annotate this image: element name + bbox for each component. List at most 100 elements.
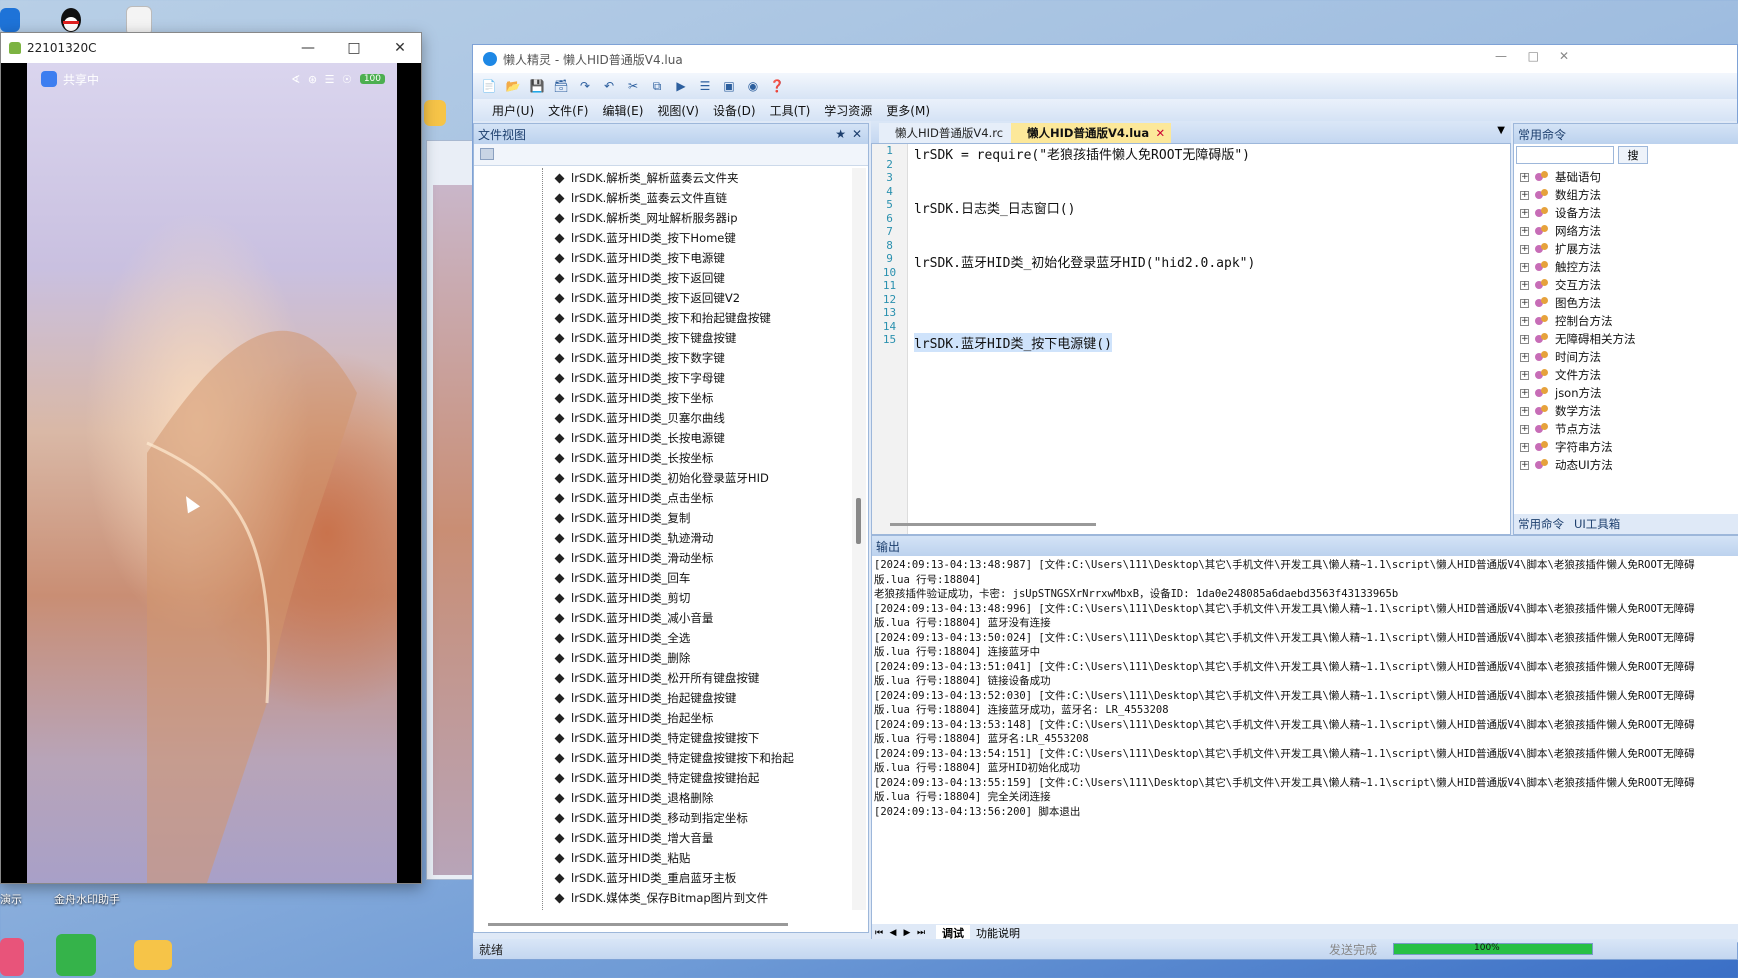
- expand-plus-icon[interactable]: +: [1520, 334, 1529, 344]
- tree-item[interactable]: lrSDK.蓝牙HID类_松开所有键盘按键: [474, 668, 850, 688]
- scroll-thumb[interactable]: [856, 498, 861, 544]
- expand-plus-icon[interactable]: +: [1520, 388, 1529, 398]
- tree-item[interactable]: lrSDK.蓝牙HID类_剪切: [474, 588, 850, 608]
- ide-close-button[interactable]: ✕: [1559, 49, 1569, 63]
- expand-plus-icon[interactable]: +: [1520, 370, 1529, 380]
- tree-item[interactable]: lrSDK.解析类_蓝奏云文件直链: [474, 188, 850, 208]
- expand-plus-icon[interactable]: +: [1520, 298, 1529, 308]
- cmd-item[interactable]: + 交互方法: [1514, 276, 1738, 294]
- tab-lua-file[interactable]: 懒人HID普通版V4.lua ✕: [1011, 123, 1172, 143]
- tab-rc-file[interactable]: 懒人HID普通版V4.rc: [879, 123, 1026, 143]
- nav-prev-icon[interactable]: ◀: [886, 928, 900, 938]
- file-view-tool-icon[interactable]: [480, 148, 494, 160]
- menu-device[interactable]: 设备(D): [706, 102, 763, 119]
- nav-first-icon[interactable]: ⏮: [872, 928, 886, 938]
- ide-maximize-button[interactable]: □: [1528, 49, 1539, 63]
- tree-item[interactable]: lrSDK.解析类_网址解析服务器ip: [474, 208, 850, 228]
- desktop-label-demo[interactable]: 演示: [0, 891, 22, 907]
- desktop-label-watermark[interactable]: 金舟水印助手: [54, 891, 120, 907]
- folder-icon-taskbar[interactable]: [134, 940, 172, 970]
- device-icon[interactable]: ▣: [719, 76, 739, 96]
- expand-plus-icon[interactable]: +: [1520, 172, 1529, 182]
- tree-item[interactable]: lrSDK.蓝牙HID类_按下Home键: [474, 228, 850, 248]
- app-icon-pink[interactable]: [0, 938, 24, 976]
- save-icon[interactable]: 💾: [527, 76, 547, 96]
- phone-screen[interactable]: 共享中 ∢ ⊛ ☰ ☉ 100: [1, 63, 421, 883]
- minimize-button[interactable]: —: [285, 33, 331, 63]
- tree-item[interactable]: lrSDK.蓝牙HID类_回车: [474, 568, 850, 588]
- tree-item[interactable]: lrSDK.蓝牙HID类_复制: [474, 508, 850, 528]
- editor-hscrollbar[interactable]: [890, 523, 1096, 526]
- expand-plus-icon[interactable]: +: [1520, 226, 1529, 236]
- tree-item[interactable]: lrSDK.蓝牙HID类_特定键盘按键抬起: [474, 768, 850, 788]
- expand-plus-icon[interactable]: +: [1520, 208, 1529, 218]
- expand-plus-icon[interactable]: +: [1520, 244, 1529, 254]
- tab-close-icon[interactable]: ✕: [1155, 126, 1165, 140]
- redo-icon[interactable]: ↷: [575, 76, 595, 96]
- tree-item[interactable]: lrSDK.蓝牙HID类_初始化登录蓝牙HID: [474, 468, 850, 488]
- background-window[interactable]: [426, 140, 476, 880]
- cmd-search-input[interactable]: [1516, 146, 1614, 164]
- ide-window[interactable]: 懒人精灵 - 懒人HID普通版V4.lua — □ ✕ 📄 📂 💾 🗃 ↷ ↶ …: [472, 44, 1738, 960]
- tree-item[interactable]: lrSDK.蓝牙HID类_长按坐标: [474, 448, 850, 468]
- list-icon[interactable]: ☰: [695, 76, 715, 96]
- cmd-item[interactable]: + 动态UI方法: [1514, 456, 1738, 474]
- cmd-item[interactable]: + 字符串方法: [1514, 438, 1738, 456]
- file-view-close-icon[interactable]: ✕: [852, 127, 862, 141]
- open-folder-icon[interactable]: 📂: [503, 76, 523, 96]
- tree-item[interactable]: lrSDK.媒体类_播放系统默认铃声: [474, 908, 850, 910]
- expand-plus-icon[interactable]: +: [1520, 316, 1529, 326]
- ide-minimize-button[interactable]: —: [1495, 49, 1507, 63]
- menu-view[interactable]: 视图(V): [650, 102, 706, 119]
- run-icon[interactable]: ▶: [671, 76, 691, 96]
- menu-more[interactable]: 更多(M): [879, 102, 937, 119]
- cmd-item[interactable]: + 节点方法: [1514, 420, 1738, 438]
- tree-item[interactable]: lrSDK.蓝牙HID类_滑动坐标: [474, 548, 850, 568]
- tree-item[interactable]: lrSDK.媒体类_保存Bitmap图片到文件: [474, 888, 850, 908]
- tree-item[interactable]: lrSDK.蓝牙HID类_按下数字键: [474, 348, 850, 368]
- cmd-item[interactable]: + 基础语句: [1514, 168, 1738, 186]
- tree-item[interactable]: lrSDK.蓝牙HID类_按下坐标: [474, 388, 850, 408]
- menu-user[interactable]: 用户(U): [485, 102, 541, 119]
- tree-item[interactable]: lrSDK.蓝牙HID类_删除: [474, 648, 850, 668]
- code-line-1[interactable]: lrSDK = require("老狼孩插件懒人免ROOT无障碍版"): [914, 144, 1250, 163]
- tree-item[interactable]: lrSDK.蓝牙HID类_全选: [474, 628, 850, 648]
- expand-plus-icon[interactable]: +: [1520, 460, 1529, 470]
- expand-plus-icon[interactable]: +: [1520, 262, 1529, 272]
- tree-item[interactable]: lrSDK.解析类_解析蓝奏云文件夹: [474, 168, 850, 188]
- qq-icon[interactable]: [56, 4, 86, 34]
- menu-file[interactable]: 文件(F): [541, 102, 595, 119]
- cmd-item[interactable]: + 图色方法: [1514, 294, 1738, 312]
- tree-item[interactable]: lrSDK.蓝牙HID类_退格删除: [474, 788, 850, 808]
- tree-item[interactable]: lrSDK.蓝牙HID类_按下字母键: [474, 368, 850, 388]
- cmd-item[interactable]: + 网络方法: [1514, 222, 1738, 240]
- tree-item[interactable]: lrSDK.蓝牙HID类_按下返回键V2: [474, 288, 850, 308]
- tab-common-commands[interactable]: 常用命令: [1518, 516, 1564, 532]
- expand-plus-icon[interactable]: +: [1520, 190, 1529, 200]
- tree-item[interactable]: lrSDK.蓝牙HID类_减小音量: [474, 608, 850, 628]
- cut-icon[interactable]: ✂: [623, 76, 643, 96]
- cmd-item[interactable]: + 时间方法: [1514, 348, 1738, 366]
- tree-item[interactable]: lrSDK.蓝牙HID类_重启蓝牙主板: [474, 868, 850, 888]
- cmd-search-button[interactable]: 搜: [1618, 146, 1648, 164]
- tree-item[interactable]: lrSDK.蓝牙HID类_特定键盘按键按下: [474, 728, 850, 748]
- tree-item[interactable]: lrSDK.蓝牙HID类_按下电源键: [474, 248, 850, 268]
- folder-icon[interactable]: [424, 100, 446, 126]
- camera-icon[interactable]: ◉: [743, 76, 763, 96]
- expand-plus-icon[interactable]: +: [1520, 424, 1529, 434]
- save-all-icon[interactable]: 🗃: [551, 76, 571, 96]
- expand-plus-icon[interactable]: +: [1520, 352, 1529, 362]
- menu-edit[interactable]: 编辑(E): [595, 102, 650, 119]
- tab-dropdown-icon[interactable]: ▼: [1497, 125, 1505, 136]
- tab-ui-toolbox[interactable]: UI工具箱: [1574, 516, 1620, 532]
- expand-plus-icon[interactable]: +: [1520, 442, 1529, 452]
- tree-item[interactable]: lrSDK.蓝牙HID类_长按电源键: [474, 428, 850, 448]
- close-button[interactable]: ✕: [377, 33, 423, 63]
- file-view-hscrollbar[interactable]: [488, 923, 788, 926]
- tree-item[interactable]: lrSDK.蓝牙HID类_轨迹滑动: [474, 528, 850, 548]
- tree-item[interactable]: lrSDK.蓝牙HID类_按下返回键: [474, 268, 850, 288]
- cmd-item[interactable]: + 无障碍相关方法: [1514, 330, 1738, 348]
- cmd-item[interactable]: + 设备方法: [1514, 204, 1738, 222]
- cmd-item[interactable]: + json方法: [1514, 384, 1738, 402]
- file-view-scrollbar[interactable]: [852, 168, 866, 910]
